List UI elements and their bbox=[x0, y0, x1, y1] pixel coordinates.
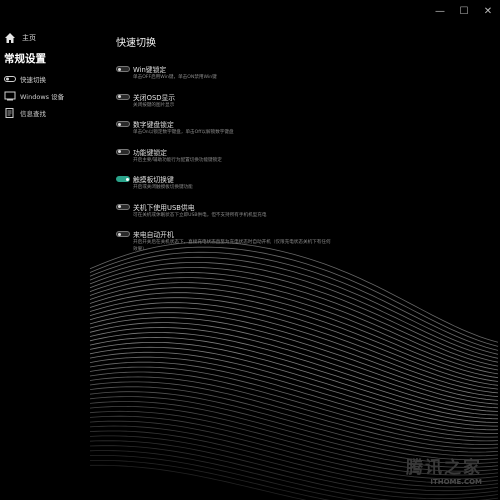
sidebar-item-label: Windows 设备 bbox=[20, 92, 65, 101]
wave-line bbox=[89, 256, 499, 355]
setting-description: 单击OFF启用Win键，单击ON禁用Win键 bbox=[133, 75, 217, 80]
window-controls: — ☐ ✕ bbox=[428, 0, 500, 22]
usb-power-toggle[interactable] bbox=[116, 203, 130, 210]
toggle-knob bbox=[118, 95, 121, 98]
sidebar-item-windows-devices[interactable]: Windows 设备 bbox=[0, 87, 100, 104]
wave-line bbox=[89, 336, 499, 416]
sidebar: 主页 常规设置 快速切换 Windows 设备 信息查找 bbox=[0, 28, 100, 121]
osd-off-toggle[interactable] bbox=[116, 93, 130, 100]
sidebar-section-title: 常规设置 bbox=[4, 53, 46, 65]
sidebar-item-info-search[interactable]: 信息查找 bbox=[0, 104, 100, 121]
setting-label: 来电自动开机 bbox=[133, 231, 174, 239]
sidebar-item-quick-switch[interactable]: 快速切换 bbox=[0, 70, 100, 87]
fn-lock-toggle[interactable] bbox=[116, 148, 130, 155]
setting-win-key-lock: Win键锁定 单击OFF启用Win键，单击ON禁用Win键 bbox=[116, 64, 486, 92]
setting-label: 触摸板切换键 bbox=[133, 176, 174, 184]
setting-usb-power-off: 关机下使用USB供电 可在关机或休眠状态下立即USB供电，但不支持所有手机机型充… bbox=[116, 202, 486, 230]
setting-description: 开启开关后在关机状态下，直接充电状态直至为充电状态时自动开机（仅限充电状态关机下… bbox=[133, 240, 331, 252]
toggle-knob bbox=[118, 150, 121, 153]
wave-line bbox=[89, 312, 499, 397]
setting-description: 可在关机或休眠状态下立即USB供电，但不支持所有手机机型充电 bbox=[133, 212, 267, 218]
info-icon bbox=[4, 107, 16, 118]
setting-osd-off: 关闭OSD显示 关闭按键的图片显示 bbox=[116, 92, 486, 120]
setting-label: 功能键锁定 bbox=[133, 148, 167, 157]
sidebar-item-label: 信息查找 bbox=[20, 109, 46, 118]
setting-description: 开启或关闭触摸板切换键功能 bbox=[133, 185, 193, 190]
setting-fn-lock: 功能键锁定 开启主要/辅助功能行为配置切换功能键锁定 bbox=[116, 147, 486, 175]
toggle-knob bbox=[118, 205, 121, 208]
setting-description: 开启主要/辅助功能行为配置切换功能键锁定 bbox=[133, 157, 222, 163]
wave-line bbox=[89, 317, 499, 401]
main-content: 快速切换 Win键锁定 单击OFF启用Win键，单击ON禁用Win键 关闭OSD… bbox=[116, 34, 486, 257]
wave-line bbox=[89, 351, 498, 427]
maximize-button[interactable]: ☐ bbox=[452, 0, 476, 22]
app-window: — ☐ ✕ 主页 常规设置 快速切换 Windows 设备 信息查找 快速切换 … bbox=[0, 0, 500, 500]
win-key-lock-toggle[interactable] bbox=[116, 66, 130, 72]
home-label: 主页 bbox=[22, 34, 36, 42]
watermark-logo: 腾讯之家 ITHOME.COM bbox=[382, 453, 482, 486]
home-nav-item[interactable]: 主页 bbox=[0, 28, 100, 48]
setting-description: 关闭按键的图片显示 bbox=[133, 102, 175, 108]
setting-label: 关闭OSD显示 bbox=[133, 93, 176, 102]
setting-numpad-lock: 数字键盘锁定 单击On以锁定数字键盘，单击Off以解锁数字键盘 bbox=[116, 119, 486, 147]
setting-auto-power-on: 来电自动开机 开启开关后在关机状态下，直接充电状态直至为充电状态时自动开机（仅限… bbox=[116, 229, 486, 257]
toggle-knob bbox=[118, 67, 121, 71]
setting-label: 关机下使用USB供电 bbox=[133, 203, 195, 212]
toggle-knob bbox=[118, 122, 121, 126]
home-icon bbox=[4, 32, 16, 44]
sidebar-item-label: 快速切换 bbox=[20, 75, 46, 84]
watermark-sub-text: ITHOME.COM bbox=[430, 478, 482, 486]
wave-line bbox=[89, 282, 499, 375]
numpad-lock-toggle[interactable] bbox=[116, 121, 130, 127]
minimize-button[interactable]: — bbox=[428, 0, 452, 22]
windows-icon bbox=[4, 91, 16, 101]
setting-label: Win键锁定 bbox=[133, 66, 167, 74]
toggle-knob bbox=[118, 232, 121, 236]
wave-line bbox=[89, 267, 499, 363]
watermark-main-text: 腾讯之家 bbox=[406, 458, 482, 478]
setting-label: 数字键盘锁定 bbox=[133, 121, 174, 129]
close-button[interactable]: ✕ bbox=[476, 0, 500, 22]
setting-touchpad-switch: 触摸板切换键 开启或关闭触摸板切换键功能 bbox=[116, 174, 486, 202]
wave-line bbox=[89, 251, 499, 351]
touchpad-switch-toggle[interactable] bbox=[116, 176, 130, 182]
toggle-knob bbox=[125, 177, 129, 181]
wave-line bbox=[89, 262, 499, 359]
page-title: 快速切换 bbox=[116, 38, 156, 49]
auto-power-on-toggle[interactable] bbox=[116, 231, 130, 237]
wave-line bbox=[89, 307, 499, 394]
setting-description: 单击On以锁定数字键盘，单击Off以解锁数字键盘 bbox=[133, 130, 234, 135]
toggle-icon bbox=[4, 74, 16, 84]
